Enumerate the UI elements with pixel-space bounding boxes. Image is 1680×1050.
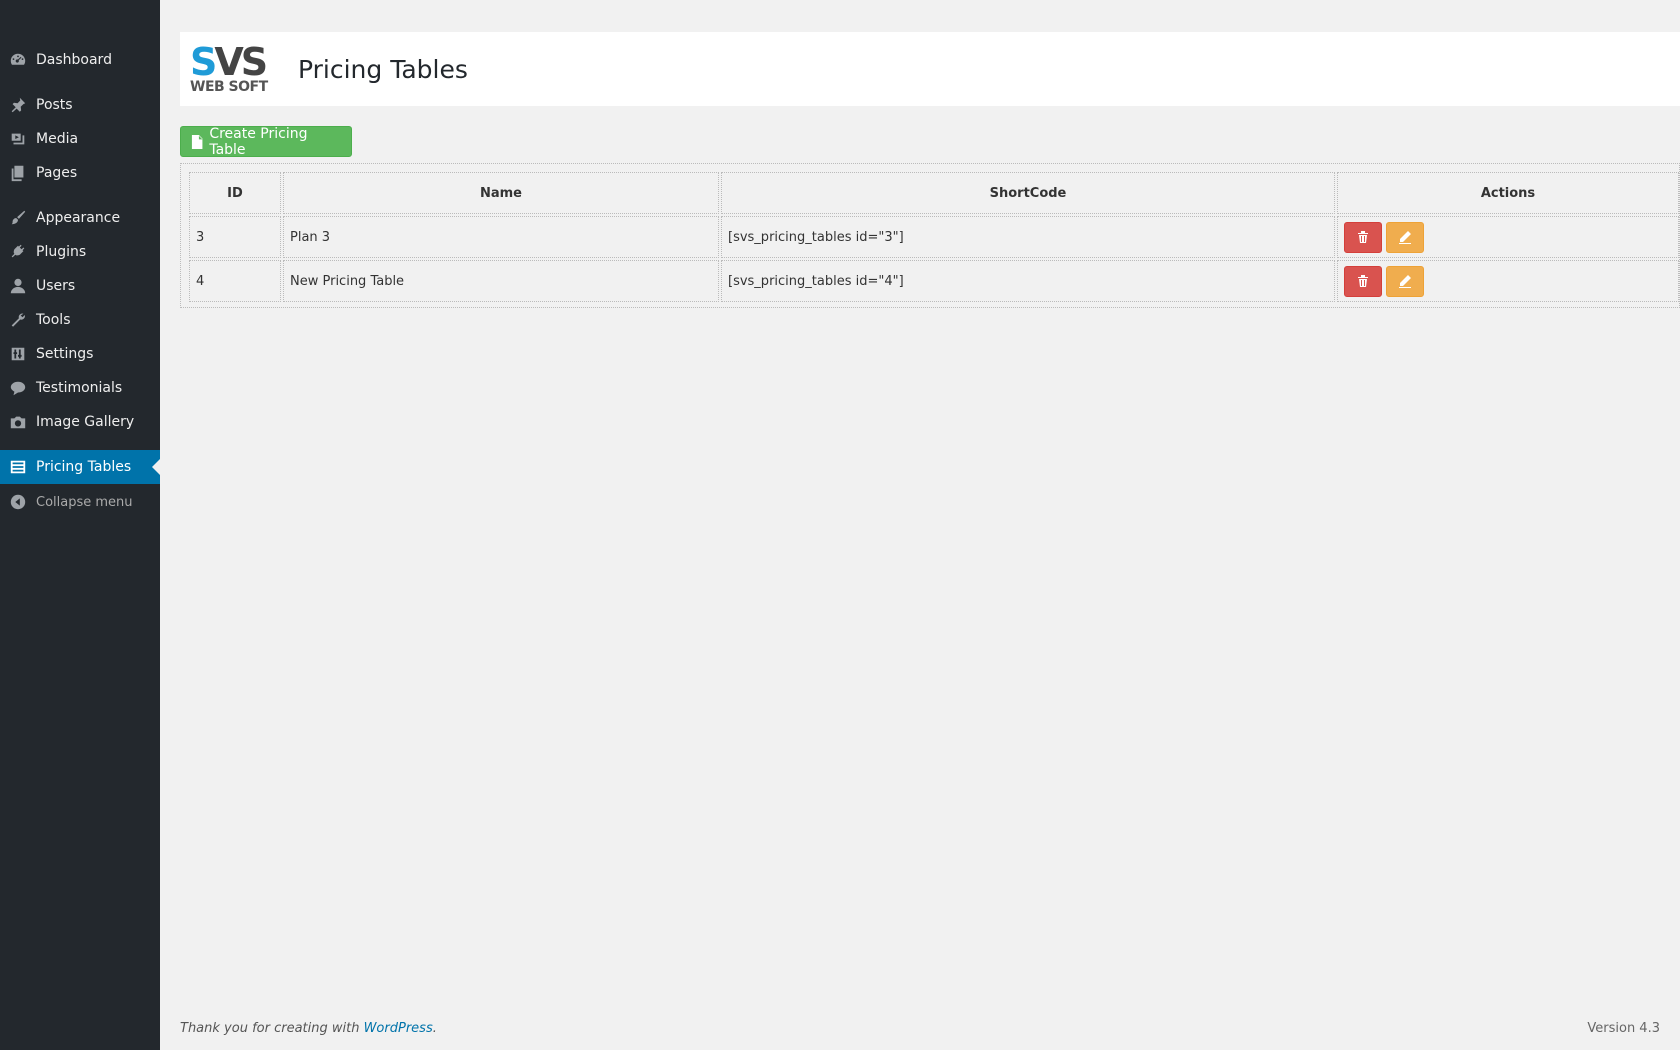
page-title: Pricing Tables [298, 54, 468, 84]
column-header-actions: Actions [1337, 172, 1679, 214]
pin-icon [8, 95, 28, 115]
trash-icon [1358, 275, 1368, 287]
document-icon [191, 134, 203, 149]
cell-id: 4 [189, 260, 281, 302]
sidebar-item-users[interactable]: Users [0, 269, 160, 303]
sidebar-item-plugins[interactable]: Plugins [0, 235, 160, 269]
sidebar-item-settings[interactable]: Settings [0, 337, 160, 371]
sliders-icon [8, 344, 28, 364]
sidebar-item-label: Tools [36, 312, 71, 328]
wordpress-link[interactable]: WordPress [364, 1021, 433, 1036]
pencil-icon [1399, 275, 1411, 288]
sidebar-item-pricing-tables[interactable]: Pricing Tables [0, 450, 160, 484]
table-row: 3 Plan 3 [svs_pricing_tables id="3"] [189, 216, 1679, 258]
sidebar-item-label: Media [36, 131, 79, 147]
delete-button[interactable] [1344, 221, 1382, 253]
cell-actions [1337, 216, 1679, 258]
sidebar-item-label: Users [36, 278, 76, 294]
camera-icon [8, 412, 28, 432]
cell-name: Plan 3 [283, 216, 719, 258]
sidebar-item-label: Pricing Tables [36, 459, 132, 475]
logo-web-soft-text: WEB SOFT [190, 79, 268, 95]
sidebar-item-image-gallery[interactable]: Image Gallery [0, 405, 160, 439]
sidebar-item-label: Plugins [36, 244, 87, 260]
sidebar-item-tools[interactable]: Tools [0, 303, 160, 337]
footer-version: Version 4.3 [1587, 1021, 1660, 1036]
sidebar-item-media[interactable]: Media [0, 122, 160, 156]
cell-shortcode: [svs_pricing_tables id="3"] [721, 216, 1335, 258]
sidebar-item-testimonials[interactable]: Testimonials [0, 371, 160, 405]
svs-web-soft-logo: SVS WEB SOFT [188, 39, 272, 99]
column-header-name: Name [283, 172, 719, 214]
sidebar-item-label: Testimonials [36, 380, 123, 396]
edit-button[interactable] [1386, 265, 1424, 297]
logo-svs-text: SVS [190, 40, 268, 84]
collapse-menu-label: Collapse menu [36, 494, 133, 510]
cell-id: 3 [189, 216, 281, 258]
delete-button[interactable] [1344, 265, 1382, 297]
footer-thanks-prefix: Thank you for creating with [180, 1021, 364, 1036]
column-header-id: ID [189, 172, 281, 214]
paintbrush-icon [8, 208, 28, 228]
table-row: 4 New Pricing Table [svs_pricing_tables … [189, 260, 1679, 302]
sidebar-item-label: Posts [36, 97, 73, 113]
create-pricing-table-button[interactable]: Create Pricing Table [180, 125, 352, 158]
sidebar-item-label: Image Gallery [36, 414, 135, 430]
create-pricing-table-label: Create Pricing Table [209, 125, 308, 158]
list-table-icon [8, 457, 28, 477]
sidebar-item-appearance[interactable]: Appearance [0, 201, 160, 235]
footer-thanks: Thank you for creating with WordPress. [180, 1021, 437, 1036]
cell-shortcode: [svs_pricing_tables id="4"] [721, 260, 1335, 302]
cell-actions [1337, 260, 1679, 302]
wrench-icon [8, 310, 28, 330]
user-icon [8, 276, 28, 296]
sidebar-item-posts[interactable]: Posts [0, 88, 160, 122]
sidebar-item-dashboard[interactable]: Dashboard [0, 43, 160, 77]
table-header-row: ID Name ShortCode Actions [189, 172, 1679, 214]
collapse-menu-button[interactable]: Collapse menu [0, 485, 160, 519]
sidebar-item-label: Settings [36, 346, 94, 362]
sidebar-item-label: Pages [36, 165, 78, 181]
speech-bubble-icon [8, 378, 28, 398]
plug-icon [8, 242, 28, 262]
admin-sidebar: Dashboard Posts Media Pages Appearance P… [0, 0, 160, 1050]
sidebar-item-label: Appearance [36, 210, 121, 226]
page-header: SVS WEB SOFT Pricing Tables [180, 32, 1680, 106]
edit-button[interactable] [1386, 221, 1424, 253]
sidebar-item-pages[interactable]: Pages [0, 156, 160, 190]
pages-icon [8, 163, 28, 183]
footer-thanks-suffix: . [432, 1021, 437, 1036]
dashboard-icon [8, 50, 28, 70]
pricing-tables-list: ID Name ShortCode Actions 3 Plan 3 [svs_… [180, 163, 1680, 308]
pencil-icon [1399, 231, 1411, 244]
trash-icon [1358, 231, 1368, 243]
media-icon [8, 129, 28, 149]
cell-name: New Pricing Table [283, 260, 719, 302]
collapse-arrow-icon [8, 492, 28, 512]
pricing-tables-table: ID Name ShortCode Actions 3 Plan 3 [svs_… [187, 170, 1680, 304]
sidebar-item-label: Dashboard [36, 52, 112, 68]
column-header-shortcode: ShortCode [721, 172, 1335, 214]
